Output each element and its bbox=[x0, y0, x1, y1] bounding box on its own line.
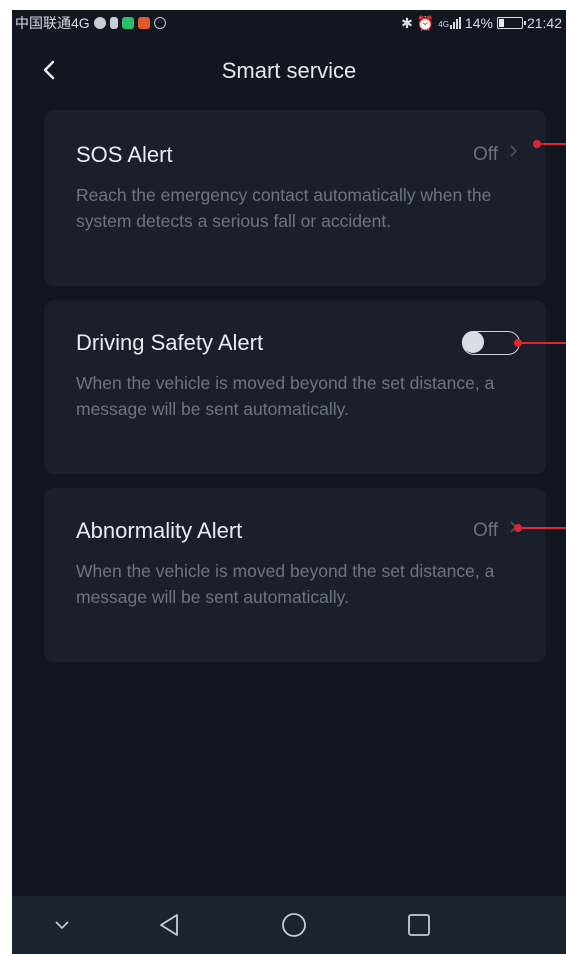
sync-icon bbox=[153, 17, 166, 29]
nav-recents-button[interactable] bbox=[402, 908, 436, 942]
notification-icon bbox=[109, 17, 118, 29]
alarm-icon: ⏰ bbox=[416, 14, 435, 31]
signal-label: 4G bbox=[438, 20, 449, 29]
system-nav-bar bbox=[12, 896, 566, 954]
phone-screen: 中国联通4G ✱ ⏰ 4G 14% 21:42 Smart service SO… bbox=[12, 10, 566, 954]
app-notification-icon bbox=[93, 17, 106, 29]
sos-alert-title: SOS Alert bbox=[76, 142, 173, 167]
chevron-right-icon bbox=[510, 144, 518, 163]
toggle-knob bbox=[461, 330, 484, 353]
media-notification-icon bbox=[121, 17, 134, 29]
status-bar-right: ✱ ⏰ 4G 14% 21:42 bbox=[401, 15, 562, 32]
status-bar: 中国联通4G ✱ ⏰ 4G 14% 21:42 bbox=[12, 10, 566, 36]
status-bar-left: 中国联通4G bbox=[15, 13, 166, 33]
app-badge-icon bbox=[137, 17, 150, 29]
carrier-label: 中国联通4G bbox=[15, 15, 90, 31]
nav-back-button[interactable] bbox=[152, 908, 186, 942]
sos-alert-card[interactable]: SOS Alert Off Reach the emergency contac… bbox=[44, 110, 546, 286]
driving-safety-alert-description: When the vehicle is moved beyond the set… bbox=[76, 373, 495, 419]
back-triangle-icon bbox=[160, 914, 178, 936]
abnormality-alert-description: When the vehicle is moved beyond the set… bbox=[76, 561, 495, 607]
page-title: Smart service bbox=[221, 58, 357, 83]
signal-icon: 4G bbox=[438, 17, 461, 29]
bluetooth-icon: ✱ bbox=[401, 14, 413, 31]
home-circle-icon bbox=[282, 913, 306, 937]
abnormality-alert-title: Abnormality Alert bbox=[76, 518, 243, 543]
chevron-down-icon bbox=[55, 921, 69, 930]
clock: 21:42 bbox=[526, 15, 562, 31]
annotation-line-3 bbox=[519, 527, 566, 529]
recents-square-icon bbox=[408, 914, 430, 936]
abnormality-alert-card[interactable]: Abnormality Alert Off When the vehicle i… bbox=[44, 488, 546, 662]
sos-alert-description: Reach the emergency contact automaticall… bbox=[76, 185, 492, 231]
sos-alert-status: Off bbox=[473, 144, 498, 165]
app-header: Smart service bbox=[12, 52, 566, 92]
battery-percent: 14% bbox=[464, 15, 493, 31]
abnormality-alert-status: Off bbox=[473, 520, 498, 541]
driving-safety-toggle[interactable] bbox=[461, 330, 520, 355]
nav-home-button[interactable] bbox=[277, 908, 311, 942]
battery-icon bbox=[496, 17, 526, 29]
driving-safety-alert-title: Driving Safety Alert bbox=[76, 330, 264, 355]
driving-safety-alert-card: Driving Safety Alert When the vehicle is… bbox=[44, 300, 546, 474]
nav-collapse-button[interactable] bbox=[45, 908, 79, 942]
annotation-line-1 bbox=[538, 143, 566, 145]
annotation-line-2 bbox=[519, 342, 566, 344]
